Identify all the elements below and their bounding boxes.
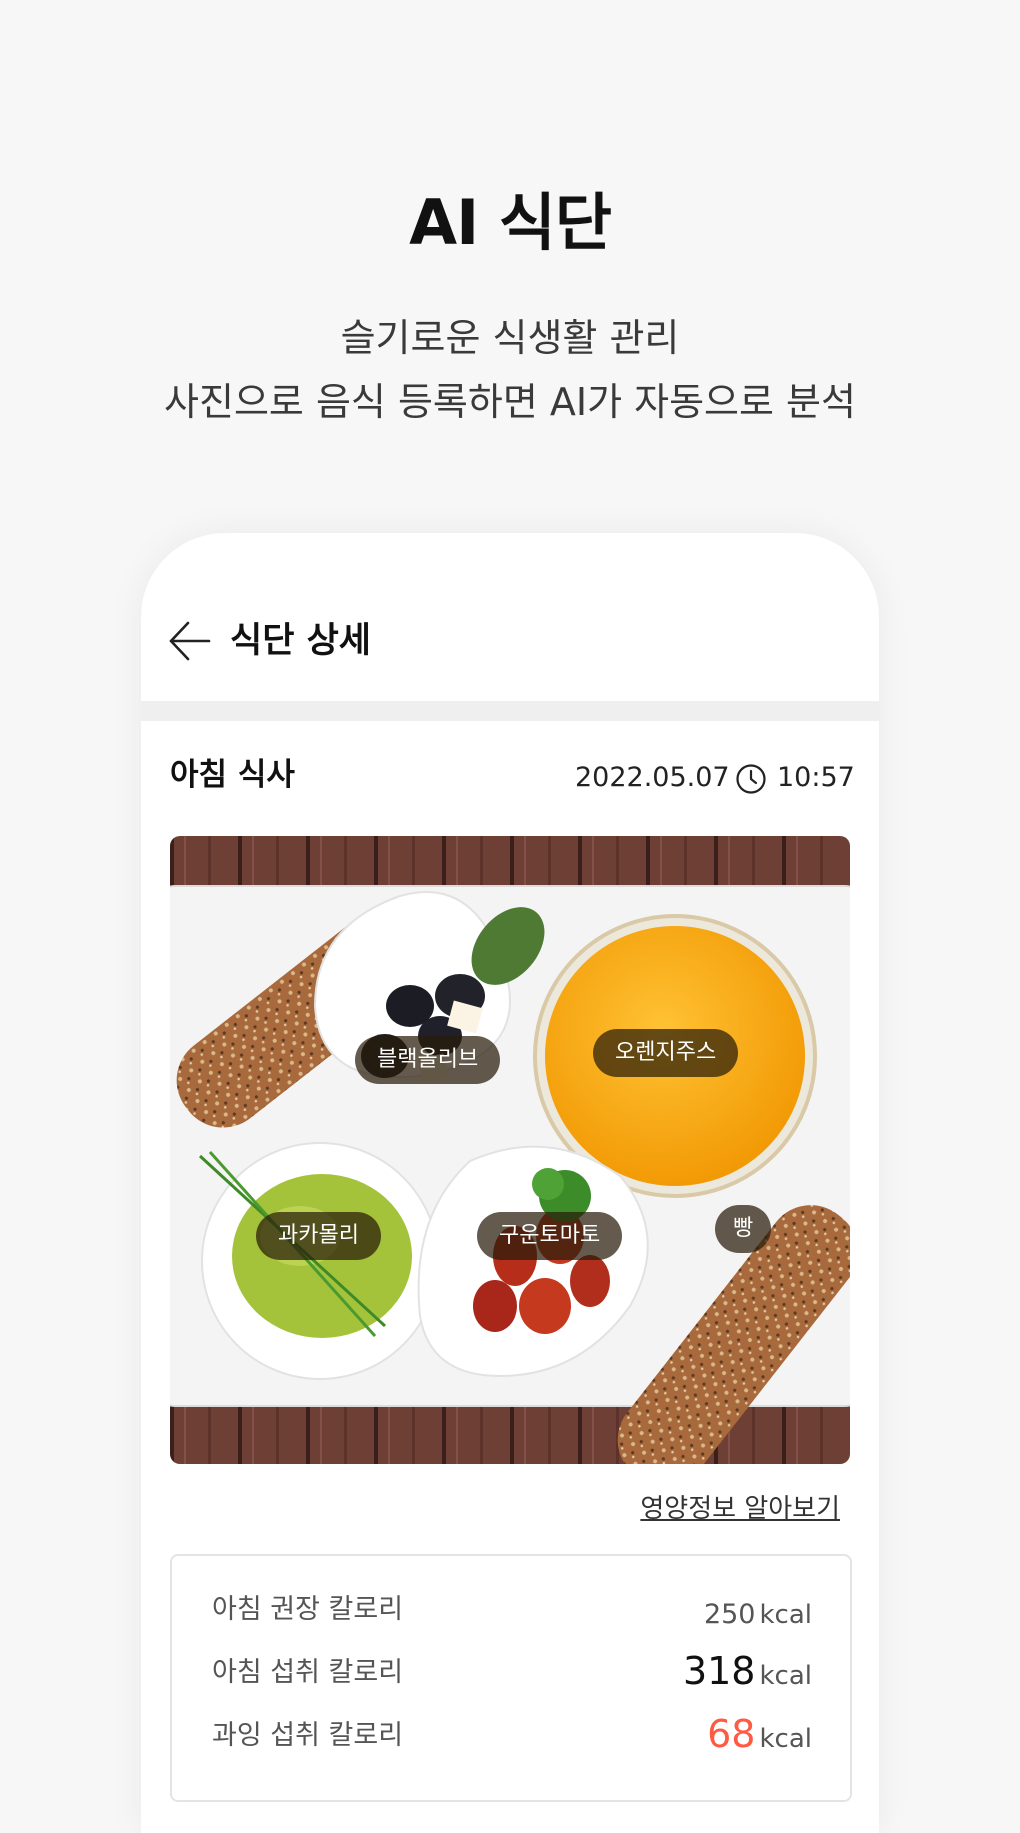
food-tag-bread[interactable]: 빵: [715, 1205, 772, 1253]
calorie-summary: 아침 권장 칼로리 250 kcal 아침 섭취 칼로리 318 kcal 과잉 섭…: [170, 1554, 852, 1802]
meal-date: 2022.05.07: [575, 762, 730, 793]
recommended-calorie-value: 250: [703, 1599, 756, 1630]
hero-subtitle: 슬기로운 식생활 관리 사진으로 음식 등록하면 AI가 자동으로 분석: [0, 306, 1020, 434]
excess-calorie-label: 과잉 섭취 칼로리: [212, 1720, 404, 1751]
food-tag-guacamole[interactable]: 과카몰리: [256, 1212, 381, 1260]
intake-calorie-row: 아침 섭취 칼로리 318 kcal: [212, 1641, 812, 1697]
recommended-calorie-unit: kcal: [759, 1600, 812, 1630]
intake-calorie-label: 아침 섭취 칼로리: [212, 1657, 404, 1688]
excess-calorie-value: 68: [707, 1712, 756, 1756]
hero-subtitle-line-1: 슬기로운 식생활 관리: [340, 316, 680, 360]
section-divider: [141, 701, 879, 721]
arrow-left-icon: [169, 621, 211, 661]
excess-calorie-unit: kcal: [759, 1724, 812, 1754]
nutrition-info-link[interactable]: 영양정보 알아보기: [640, 1491, 840, 1527]
recommended-calorie-label: 아침 권장 칼로리: [212, 1594, 404, 1625]
meal-photo-illustration: [170, 836, 850, 1464]
back-button[interactable]: [167, 618, 213, 664]
meal-title: 아침 식사: [170, 757, 295, 793]
meal-time: 10:57: [777, 762, 855, 793]
recommended-calorie-row: 아침 권장 칼로리 250 kcal: [212, 1578, 812, 1634]
meal-photo[interactable]: 블랙올리브 오렌지주스 빵 과카몰리 구운토마토: [170, 836, 850, 1464]
food-tag-black-olive[interactable]: 블랙올리브: [355, 1036, 501, 1084]
food-tag-roasted-tomato[interactable]: 구운토마토: [477, 1212, 623, 1260]
intake-calorie-value: 318: [682, 1649, 756, 1693]
hero-title: AI 식단: [409, 186, 612, 259]
hero-subtitle-line-2: 사진으로 음식 등록하면 AI가 자동으로 분석: [164, 380, 856, 424]
excess-calorie-row: 과잉 섭취 칼로리 68 kcal: [212, 1704, 812, 1760]
page-title: 식단 상세: [230, 621, 371, 661]
food-tag-orange-juice[interactable]: 오렌지주스: [593, 1029, 739, 1077]
phone-mockup: 식단 상세 아침 식사 2022.05.07 10:57 블랙올리브 오렌지주스…: [141, 533, 879, 1833]
app-bar: 식단 상세: [141, 533, 879, 701]
intake-calorie-unit: kcal: [759, 1661, 812, 1691]
clock-icon: [736, 764, 766, 794]
